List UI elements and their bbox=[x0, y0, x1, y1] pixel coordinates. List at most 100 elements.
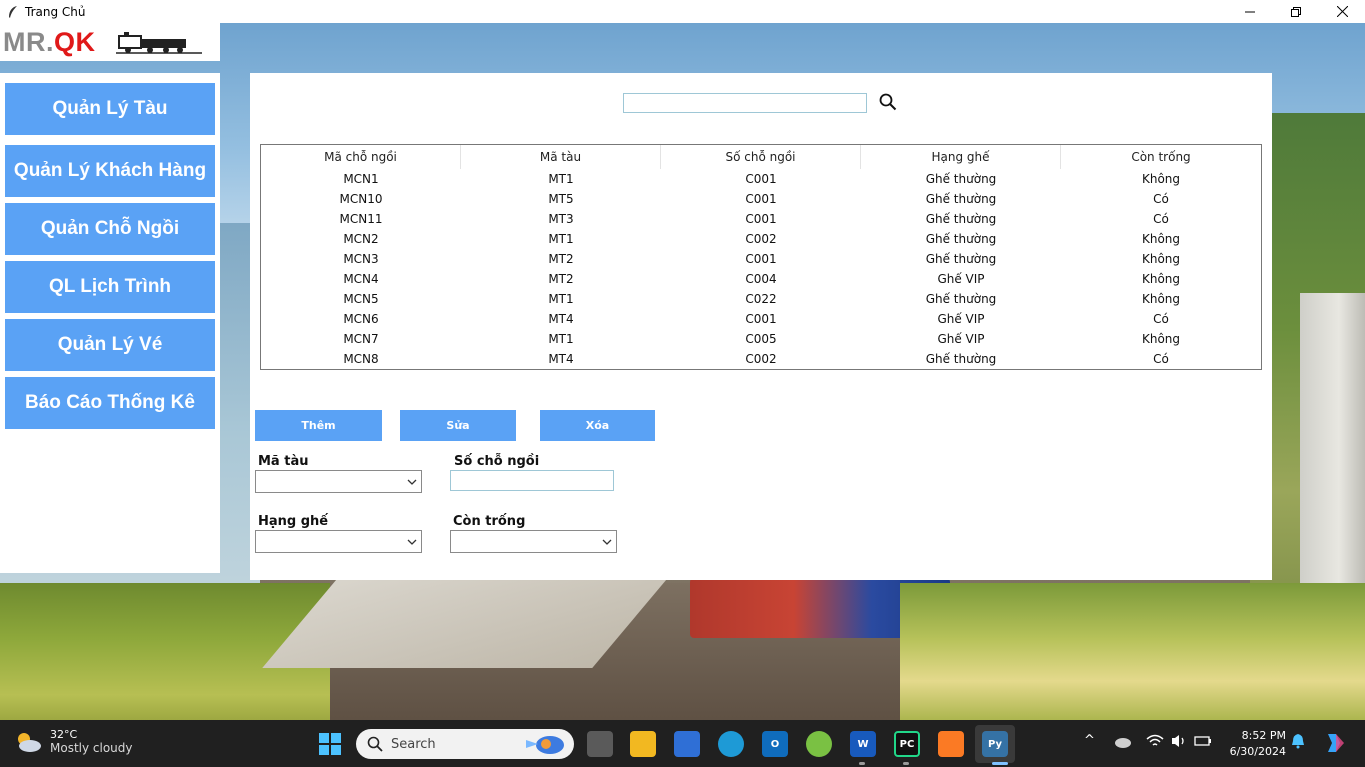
table-row[interactable]: MCN1 MT1 C001 Ghế thường Không bbox=[261, 169, 1261, 189]
table-cell: MCN11 bbox=[339, 212, 383, 226]
sidebar-item-seat-management[interactable]: Quản Chỗ Ngồi bbox=[5, 203, 215, 255]
table-cell: MCN6 bbox=[343, 312, 379, 326]
copilot-icon[interactable] bbox=[1322, 731, 1346, 755]
table-cell: MCN5 bbox=[343, 292, 379, 306]
sidebar-item-reports[interactable]: Báo Cáo Thống Kê bbox=[5, 377, 215, 429]
logo-qk: QK bbox=[54, 26, 96, 57]
outlook-icon[interactable]: O bbox=[762, 731, 788, 757]
sidebar: Quản Lý Tàu Quản Lý Khách Hàng Quản Chỗ … bbox=[0, 73, 220, 573]
feather-icon bbox=[5, 4, 21, 20]
window-title: Trang Chủ bbox=[25, 4, 86, 19]
table-cell: C002 bbox=[745, 352, 777, 366]
minimize-button[interactable] bbox=[1227, 0, 1273, 23]
edge-icon[interactable] bbox=[718, 731, 744, 757]
sidebar-item-customer-management[interactable]: Quản Lý Khách Hàng bbox=[5, 145, 215, 197]
notification-bell-icon[interactable] bbox=[1291, 733, 1305, 749]
column-header[interactable]: Còn trống bbox=[1061, 145, 1261, 169]
table-cell: Có bbox=[1153, 312, 1169, 326]
table-row[interactable]: MCN10 MT5 C001 Ghế thường Có bbox=[261, 189, 1261, 209]
table-row[interactable]: MCN7 MT1 C005 Ghế VIP Không bbox=[261, 329, 1261, 349]
table-cell: Ghế thường bbox=[925, 212, 997, 226]
table-row[interactable]: MCN8 MT4 C002 Ghế thường Có bbox=[261, 349, 1261, 369]
python-icon[interactable]: Py bbox=[982, 731, 1008, 757]
onedrive-icon[interactable] bbox=[1114, 733, 1132, 749]
search-highlight-icon bbox=[526, 736, 564, 754]
table-cell: Ghế thường bbox=[925, 232, 997, 246]
table-cell: Có bbox=[1153, 192, 1169, 206]
app-icon[interactable] bbox=[806, 731, 832, 757]
word-icon[interactable]: W bbox=[850, 731, 876, 757]
table-cell: MT2 bbox=[548, 252, 574, 266]
column-header[interactable]: Mã chỗ ngồi bbox=[261, 145, 461, 169]
start-icon[interactable] bbox=[318, 732, 342, 756]
search-button[interactable] bbox=[877, 91, 899, 113]
table-cell: MT1 bbox=[548, 232, 574, 246]
table-cell: MCN7 bbox=[343, 332, 379, 346]
edit-button[interactable]: Sửa bbox=[400, 410, 516, 441]
sidebar-item-ticket-management[interactable]: Quản Lý Vé bbox=[5, 319, 215, 371]
volume-icon[interactable] bbox=[1170, 733, 1188, 749]
table-cell: C022 bbox=[745, 292, 777, 306]
taskbar-search-label: Search bbox=[391, 736, 436, 752]
train-code-combobox[interactable] bbox=[255, 470, 422, 493]
table-row[interactable]: MCN11 MT3 C001 Ghế thường Có bbox=[261, 209, 1261, 229]
weather-widget[interactable]: 32°C Mostly cloudy bbox=[14, 728, 133, 755]
sidebar-item-schedule[interactable]: QL Lịch Trình bbox=[5, 261, 215, 313]
table-cell: MCN3 bbox=[343, 252, 379, 266]
table-cell: C001 bbox=[745, 212, 777, 226]
maximize-button[interactable] bbox=[1273, 0, 1319, 23]
seat-class-combobox[interactable] bbox=[255, 530, 422, 553]
task-view-icon[interactable] bbox=[587, 731, 613, 757]
clock[interactable]: 8:52 PM 6/30/2024 bbox=[1222, 728, 1286, 760]
column-header[interactable]: Hạng ghế bbox=[861, 145, 1061, 169]
table-row[interactable]: MCN6 MT4 C001 Ghế VIP Có bbox=[261, 309, 1261, 329]
table-cell: C001 bbox=[745, 192, 777, 206]
train-logo-icon bbox=[115, 32, 202, 54]
table-cell: Ghế thường bbox=[925, 172, 997, 186]
logo-mr: MR. bbox=[3, 26, 54, 57]
table-cell: Không bbox=[1141, 292, 1181, 306]
pycharm-icon[interactable]: PC bbox=[894, 731, 920, 757]
table-cell: Ghế thường bbox=[925, 192, 997, 206]
table-row[interactable]: MCN3 MT2 C001 Ghế thường Không bbox=[261, 249, 1261, 269]
brand-logo: MR.QK bbox=[3, 27, 96, 58]
table-cell: Ghế VIP bbox=[937, 272, 985, 286]
running-indicator bbox=[859, 762, 865, 765]
table-cell: Ghế thường bbox=[925, 252, 997, 266]
search-input[interactable] bbox=[623, 93, 867, 113]
sidebar-item-train-management[interactable]: Quản Lý Tàu bbox=[5, 83, 215, 135]
taskbar: 32°C Mostly cloudy Search O W PC Py ^ 8:… bbox=[0, 720, 1365, 767]
table-cell: Không bbox=[1141, 332, 1181, 346]
minimize-icon bbox=[1245, 11, 1255, 12]
column-header[interactable]: Số chỗ ngồi bbox=[661, 145, 861, 169]
seat-number-field[interactable] bbox=[450, 470, 614, 491]
column-header[interactable]: Mã tàu bbox=[461, 145, 661, 169]
table-cell: MT3 bbox=[548, 212, 574, 226]
table-cell: Ghế thường bbox=[925, 352, 997, 366]
microsoft-store-icon[interactable] bbox=[674, 731, 700, 757]
close-button[interactable] bbox=[1319, 0, 1365, 23]
search-icon bbox=[879, 93, 897, 111]
available-combobox[interactable] bbox=[450, 530, 617, 553]
file-explorer-icon[interactable] bbox=[630, 731, 656, 757]
table-cell: C004 bbox=[745, 272, 777, 286]
table-row[interactable]: MCN5 MT1 C022 Ghế thường Không bbox=[261, 289, 1261, 309]
table-cell: Có bbox=[1153, 352, 1169, 366]
table-cell: MT1 bbox=[548, 292, 574, 306]
wifi-icon[interactable] bbox=[1146, 733, 1164, 749]
chevron-up-icon[interactable]: ^ bbox=[1084, 733, 1095, 748]
add-button[interactable]: Thêm bbox=[255, 410, 382, 441]
search-icon bbox=[367, 736, 383, 752]
taskbar-search[interactable]: Search bbox=[356, 729, 574, 759]
delete-button[interactable]: Xóa bbox=[540, 410, 655, 441]
table-row[interactable]: MCN2 MT1 C002 Ghế thường Không bbox=[261, 229, 1261, 249]
running-indicator bbox=[903, 762, 909, 765]
battery-icon[interactable] bbox=[1194, 733, 1212, 749]
table-cell: MT2 bbox=[548, 272, 574, 286]
cloudy-weather-icon bbox=[18, 732, 41, 752]
table-cell: MT4 bbox=[548, 352, 574, 366]
grass-background-right bbox=[900, 583, 1365, 720]
table-row[interactable]: MCN4 MT2 C004 Ghế VIP Không bbox=[261, 269, 1261, 289]
xampp-icon[interactable] bbox=[938, 731, 964, 757]
table-cell: MCN10 bbox=[339, 192, 383, 206]
